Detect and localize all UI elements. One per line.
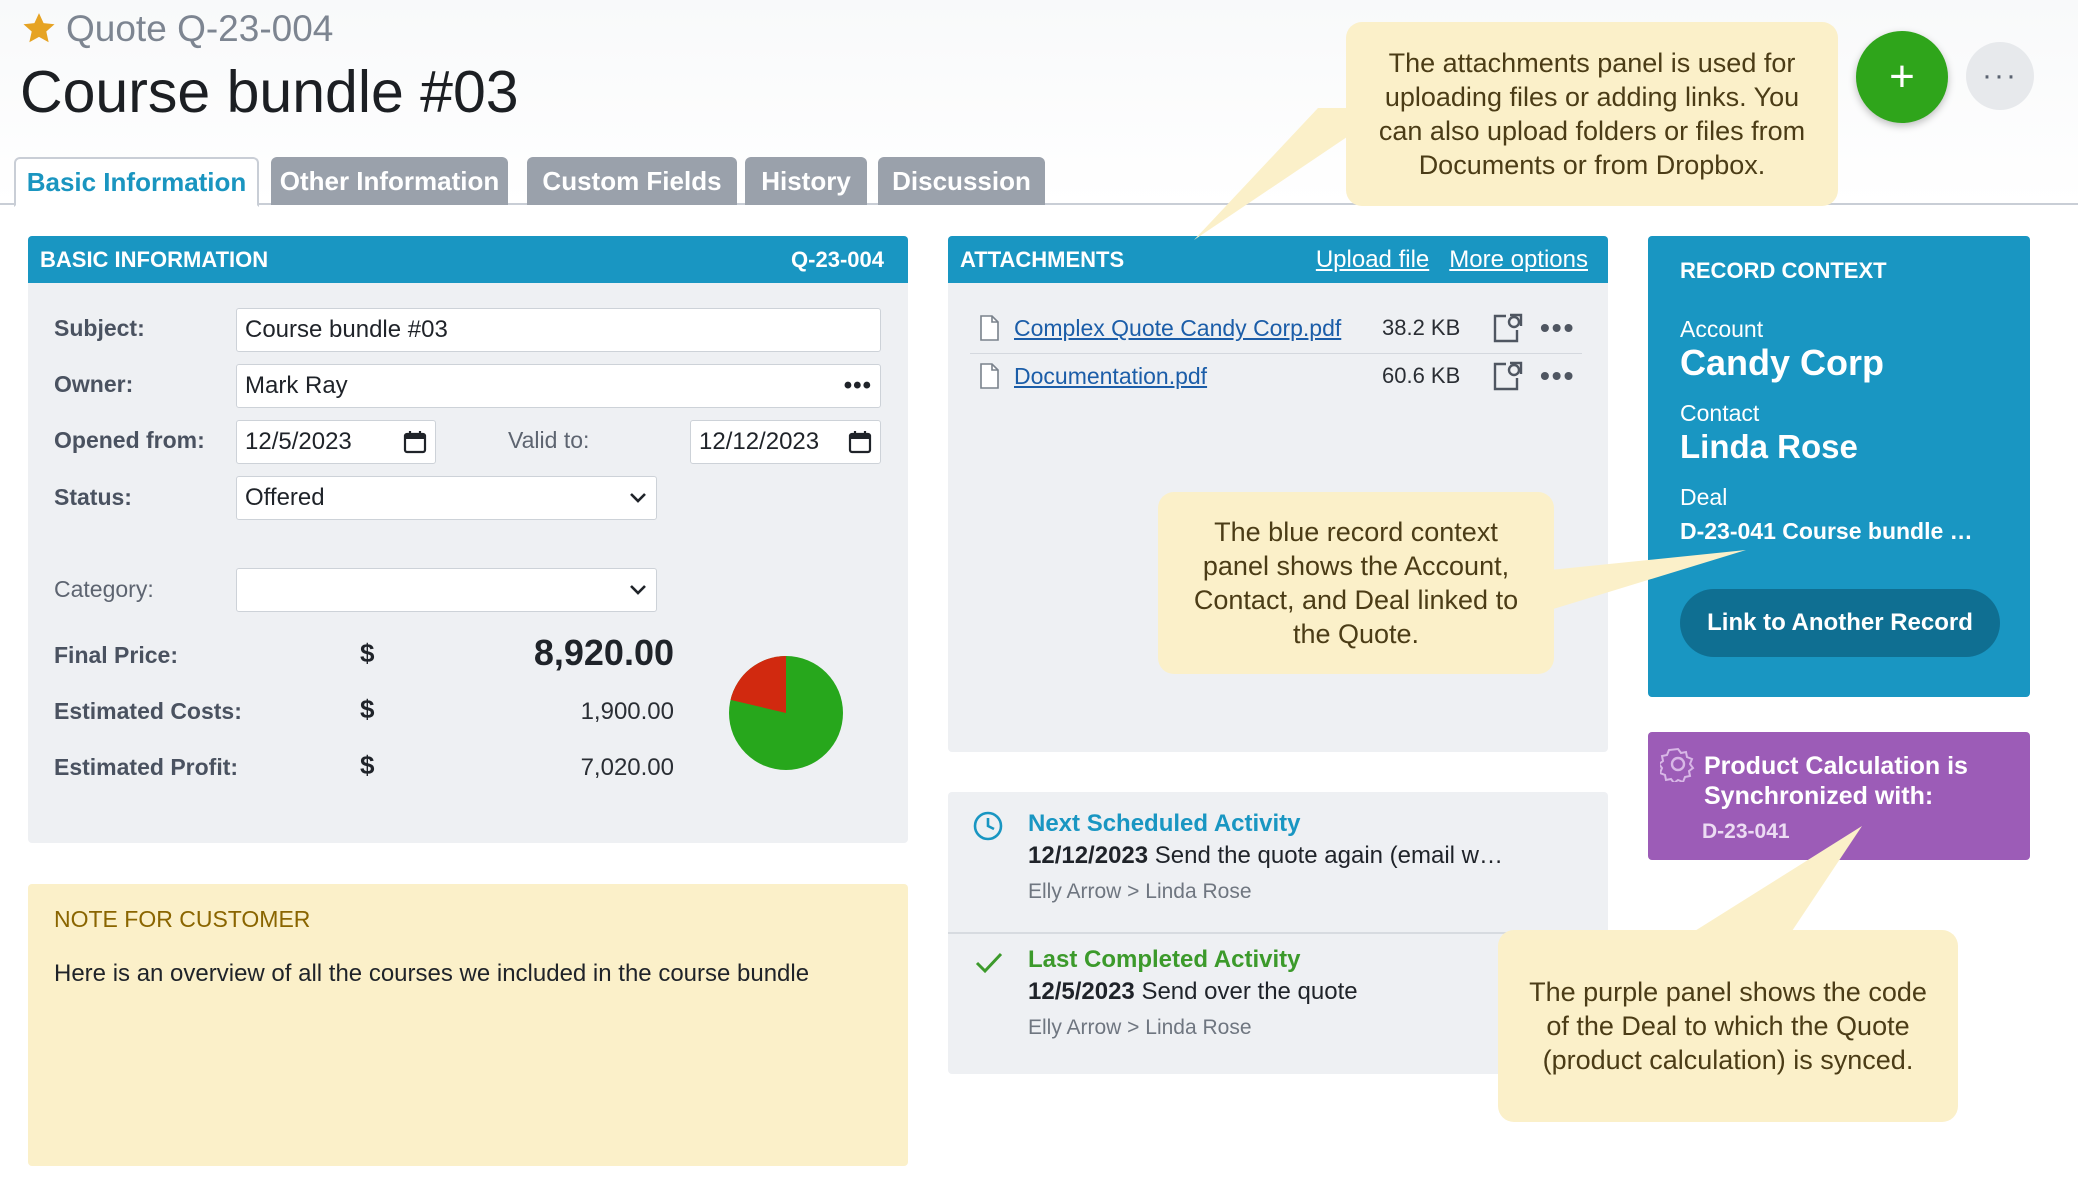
record-context-callout: The blue record context panel shows the … — [1158, 492, 1554, 674]
attachments-callout: The attachments panel is used for upload… — [1346, 22, 1838, 206]
callout-pointer-purple — [1690, 826, 1862, 934]
callout-pointer-context — [1550, 550, 1746, 610]
purple-panel-callout: The purple panel shows the code of the D… — [1498, 930, 1958, 1122]
